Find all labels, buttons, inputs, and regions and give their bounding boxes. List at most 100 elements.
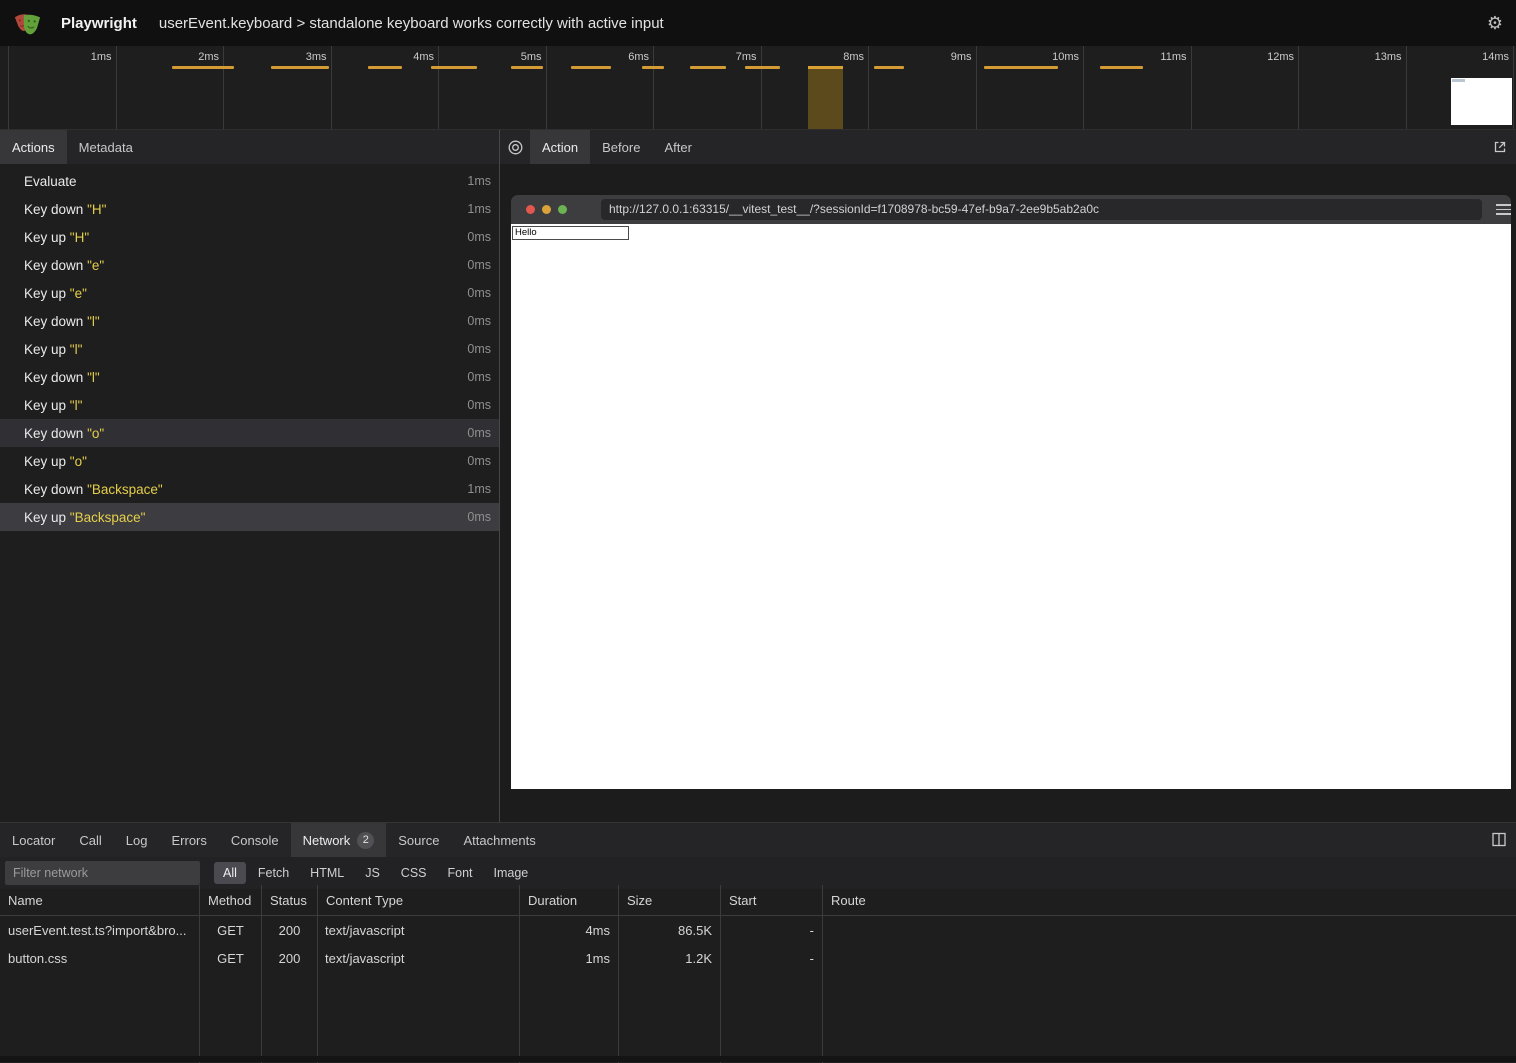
- filler-cell: [721, 972, 823, 1063]
- action-duration: 0ms: [467, 510, 491, 524]
- action-list-item[interactable]: Key up "e"0ms: [0, 279, 499, 307]
- action-label: Key down "l": [24, 370, 100, 385]
- action-label: Key up "l": [24, 398, 82, 413]
- action-key-value: "e": [87, 258, 104, 273]
- column-header[interactable]: Size: [619, 885, 721, 916]
- tab-source[interactable]: Source: [386, 823, 451, 857]
- network-request-row[interactable]: button.cssGET200text/javascript1ms1.2K-: [0, 944, 1516, 972]
- action-key-value: "o": [70, 454, 87, 469]
- tab-label: After: [664, 140, 691, 155]
- app-header: Playwright userEvent.keyboard > standalo…: [0, 0, 1516, 46]
- tab-label: Before: [602, 140, 640, 155]
- action-list-item[interactable]: Key down "o" 0ms: [0, 419, 499, 447]
- column-header[interactable]: Method: [200, 885, 262, 916]
- filter-chip-css[interactable]: CSS: [392, 862, 436, 884]
- action-list-item[interactable]: Key down "Backspace"1ms: [0, 475, 499, 503]
- snapshot-url-bar: http://127.0.0.1:63315/__vitest_test__/?…: [601, 199, 1482, 220]
- filter-chip-image[interactable]: Image: [485, 862, 538, 884]
- action-key-value: "l": [70, 398, 83, 413]
- network-table: NameMethodStatusContent TypeDurationSize…: [0, 885, 1516, 1063]
- timeline-filmstrip-thumbnail[interactable]: [1451, 78, 1512, 125]
- action-duration: 1ms: [467, 174, 491, 188]
- filter-chip-all[interactable]: All: [214, 862, 246, 884]
- traffic-lights-icon: [526, 205, 567, 214]
- cell-size: 86.5K: [619, 916, 721, 944]
- action-duration: 0ms: [467, 342, 491, 356]
- open-snapshot-popout-icon[interactable]: [1492, 139, 1508, 155]
- action-list-item[interactable]: Key up "Backspace"0ms: [0, 503, 499, 531]
- playwright-logo-icon: [14, 10, 41, 37]
- dock-layout-icon[interactable]: [1491, 832, 1507, 847]
- horizontal-scrollbar[interactable]: [0, 1056, 1516, 1062]
- column-header[interactable]: Status: [262, 885, 318, 916]
- filter-chip-fetch[interactable]: Fetch: [249, 862, 298, 884]
- tab-errors[interactable]: Errors: [159, 823, 218, 857]
- timeline-gridline: [1298, 46, 1299, 130]
- column-header[interactable]: Duration: [520, 885, 619, 916]
- snapshot-tabs: Action Before After: [530, 130, 704, 164]
- action-label: Key up "o": [24, 454, 87, 469]
- tab-before[interactable]: Before: [590, 130, 652, 164]
- tab-label: Errors: [171, 833, 206, 848]
- cell-name: userEvent.test.ts?import&bro...: [0, 916, 200, 944]
- filter-chip-font[interactable]: Font: [439, 862, 482, 884]
- filler-cell: [619, 972, 721, 1063]
- cell-route: [823, 944, 1516, 972]
- timeline-action-bar: [368, 66, 402, 69]
- action-list-item[interactable]: Key down "l"0ms: [0, 307, 499, 335]
- action-list-item[interactable]: Key up "l"0ms: [0, 391, 499, 419]
- network-filter-input[interactable]: [5, 861, 200, 885]
- timeline-action-bar: [511, 66, 543, 69]
- column-header[interactable]: Content Type: [318, 885, 520, 916]
- tab-attachments[interactable]: Attachments: [451, 823, 547, 857]
- timeline-gridline: [1083, 46, 1084, 130]
- filter-chip-html[interactable]: HTML: [301, 862, 353, 884]
- action-list-item[interactable]: Key up "l"0ms: [0, 335, 499, 363]
- action-duration: 0ms: [467, 286, 491, 300]
- action-list-item[interactable]: Key up "H"0ms: [0, 223, 499, 251]
- action-list-item[interactable]: Key down "H"1ms: [0, 195, 499, 223]
- tab-call[interactable]: Call: [67, 823, 113, 857]
- tab-label: Actions: [12, 140, 55, 155]
- tab-action[interactable]: Action: [530, 130, 590, 164]
- action-list-item[interactable]: Evaluate 1ms: [0, 167, 499, 195]
- tab-network[interactable]: Network2: [291, 823, 387, 857]
- tab-locator[interactable]: Locator: [0, 823, 67, 857]
- action-label: Evaluate: [24, 174, 77, 189]
- snapshot-text-input[interactable]: Hello: [512, 226, 629, 240]
- tab-metadata[interactable]: Metadata: [67, 130, 145, 164]
- action-key-value: "H": [70, 230, 89, 245]
- tab-actions[interactable]: Actions: [0, 130, 67, 164]
- column-header[interactable]: Route: [823, 885, 1516, 916]
- pick-locator-target-icon[interactable]: [500, 130, 530, 164]
- action-list-item[interactable]: Key down "e"0ms: [0, 251, 499, 279]
- action-list-item[interactable]: Key down "l"0ms: [0, 363, 499, 391]
- action-label: Key down "H": [24, 202, 106, 217]
- cell-start: -: [721, 916, 823, 944]
- action-list-item[interactable]: Key up "o"0ms: [0, 447, 499, 475]
- snapshot-page[interactable]: Hello: [511, 224, 1511, 789]
- action-label: Key down "e": [24, 258, 104, 273]
- action-label: Key down "Backspace": [24, 482, 163, 497]
- timeline-tick-label: 11ms: [1129, 51, 1187, 63]
- tab-after[interactable]: After: [652, 130, 703, 164]
- tab-console[interactable]: Console: [219, 823, 291, 857]
- snapshot-browser-chrome: http://127.0.0.1:63315/__vitest_test__/?…: [511, 195, 1511, 224]
- filter-chip-js[interactable]: JS: [356, 862, 389, 884]
- column-header[interactable]: Name: [0, 885, 200, 916]
- action-duration: 0ms: [467, 426, 491, 440]
- action-label: Key down "l": [24, 314, 100, 329]
- tab-label: Action: [542, 140, 578, 155]
- tab-log[interactable]: Log: [114, 823, 160, 857]
- filler-cell: [262, 972, 318, 1063]
- timeline-tick-label: 13ms: [1344, 51, 1402, 63]
- timeline-action-bar: [642, 66, 664, 69]
- action-label: Key down "o": [24, 426, 104, 441]
- timeline-gridline: [331, 46, 332, 130]
- timeline-gridline: [8, 46, 9, 130]
- column-header[interactable]: Start: [721, 885, 823, 916]
- network-request-row[interactable]: userEvent.test.ts?import&bro...GET200tex…: [0, 916, 1516, 944]
- timeline[interactable]: 1ms2ms3ms4ms5ms6ms7ms8ms9ms10ms11ms12ms1…: [0, 46, 1516, 130]
- settings-gear-icon[interactable]: ⚙: [1484, 12, 1506, 34]
- timeline-gridline: [1513, 46, 1514, 130]
